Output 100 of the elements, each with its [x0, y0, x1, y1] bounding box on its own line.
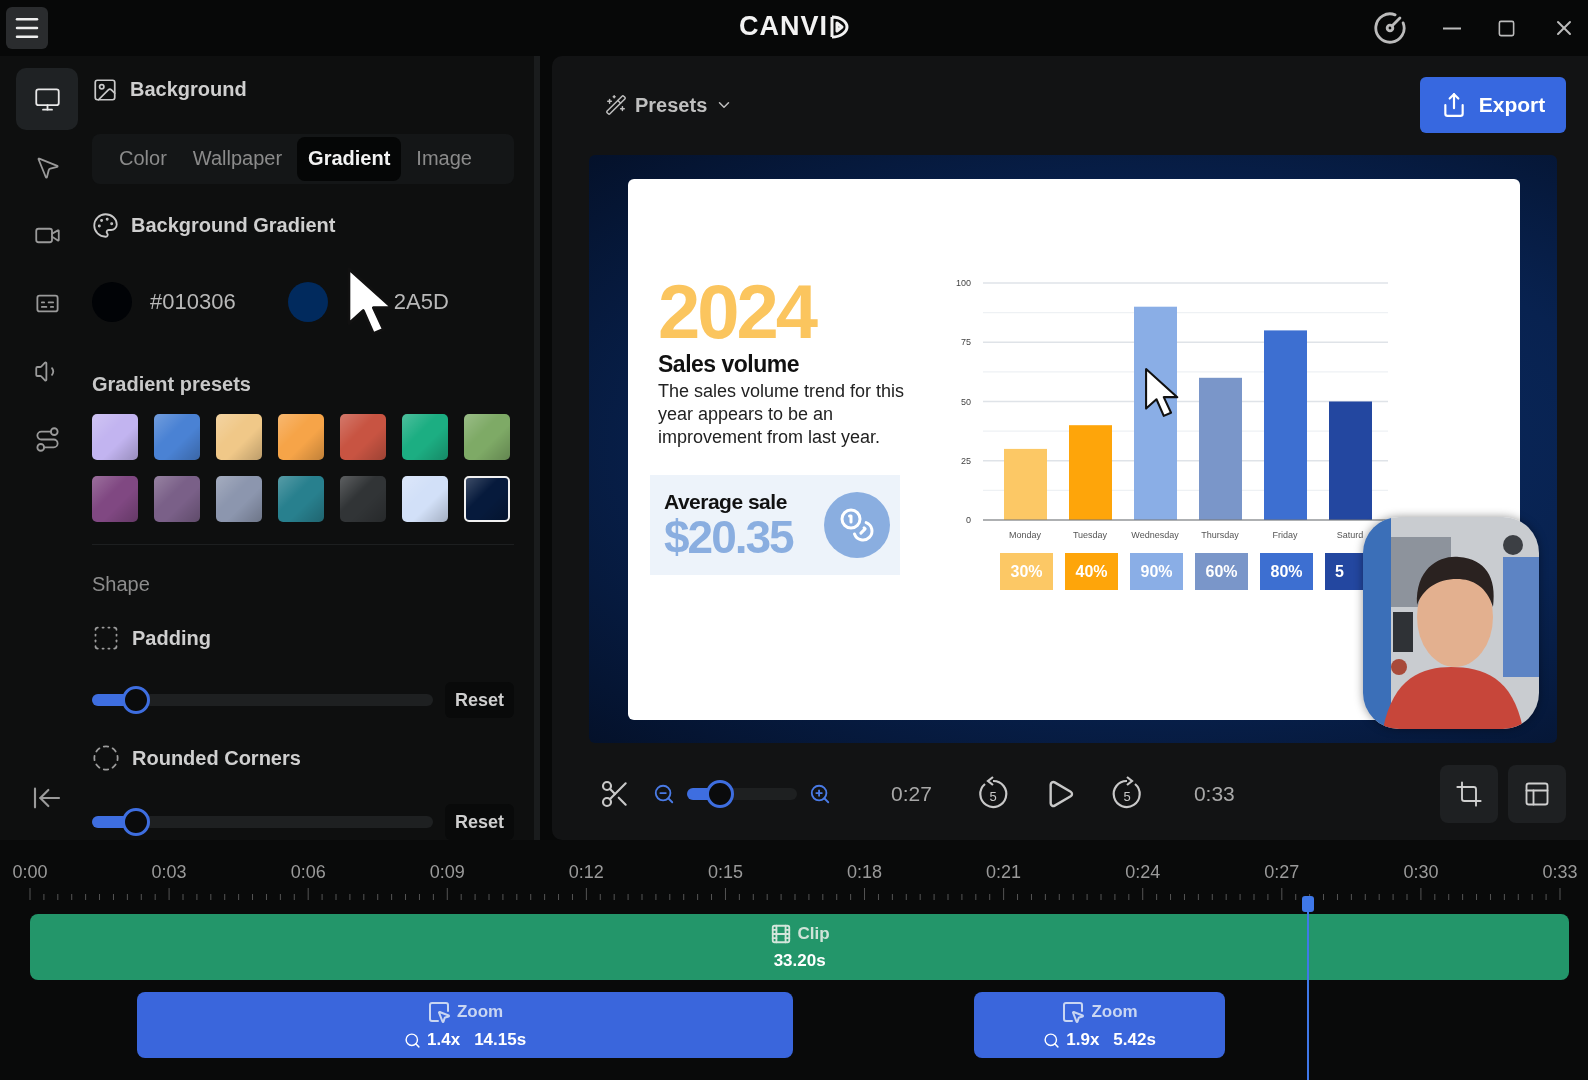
playhead[interactable]	[1301, 896, 1314, 1080]
slide-year: 2024	[658, 279, 818, 345]
axis-label: 100	[955, 278, 971, 288]
gradient-preset-swatch[interactable]	[154, 414, 200, 461]
percent-badge: 60%	[1195, 553, 1248, 590]
color-hex-value[interactable]: #010306	[150, 289, 236, 316]
axis-label: 75	[961, 337, 971, 348]
axis-label: 25	[961, 455, 971, 466]
play-d-icon	[829, 14, 849, 39]
gradient-preset-swatch[interactable]	[464, 476, 510, 523]
percent-badge: 30%	[1000, 553, 1053, 590]
axis-label: Friday	[1272, 530, 1298, 540]
percent-badge: 80%	[1260, 553, 1313, 590]
zoom-in-button[interactable]	[809, 783, 831, 805]
gradient-preset-swatch[interactable]	[402, 476, 448, 523]
skip-back-button[interactable]: 5	[975, 776, 1010, 812]
tab[interactable]: Image	[405, 136, 483, 181]
maximize-button[interactable]	[1497, 18, 1516, 38]
section-title: Gradient presets	[92, 373, 252, 397]
route-icon	[33, 425, 61, 453]
maximize-icon	[1497, 18, 1516, 38]
gradient-preset-swatch[interactable]	[216, 476, 262, 523]
zoom-in-icon	[809, 783, 831, 805]
time-tick-label: 0:33	[1542, 862, 1578, 883]
search-icon	[1043, 1031, 1061, 1049]
slide-heading: Sales volume	[658, 351, 801, 378]
zoom-segment[interactable]: Zoom 1.9x 5.42s	[973, 992, 1226, 1058]
clip-track-bar[interactable]: Clip 33.20s	[30, 914, 1570, 980]
zoom-scale: 1.4x	[427, 1030, 461, 1050]
zoom-segment[interactable]: Zoom 1.4x 14.15s	[137, 992, 794, 1058]
zoom-out-button[interactable]	[653, 783, 675, 805]
total-time: 0:33	[1193, 782, 1235, 806]
slider-thumb[interactable]	[122, 808, 151, 836]
color-swatch[interactable]	[288, 282, 328, 323]
gradient-preset-swatch[interactable]	[464, 414, 510, 461]
zoom-cursor-icon	[1061, 1000, 1086, 1024]
clip-duration: 33.20s	[773, 951, 826, 971]
axis-label: Wednesday	[1131, 530, 1179, 540]
time-tick-label: 0:21	[986, 862, 1022, 883]
percent-badge: 90%	[1130, 553, 1183, 590]
tab[interactable]: Wallpaper	[181, 136, 294, 181]
search-icon	[404, 1031, 422, 1049]
gradient-preset-swatch[interactable]	[92, 414, 138, 461]
export-button[interactable]: Export	[1420, 77, 1566, 133]
percent-badge: 40%	[1065, 553, 1118, 590]
gradient-preset-swatch[interactable]	[154, 476, 200, 523]
chart-bar	[1004, 448, 1047, 520]
image-icon	[92, 76, 118, 103]
slide-body-text: The sales volume trend for this year appears to be an improvement from last year.	[658, 380, 906, 449]
clip-label: Clip	[797, 924, 830, 944]
color-hex-value[interactable]: 2A5D	[393, 289, 449, 316]
reset-button[interactable]: Reset	[444, 804, 514, 840]
minimize-button[interactable]	[1443, 26, 1461, 30]
time-tick-label: 0:09	[429, 862, 465, 883]
slider[interactable]	[92, 808, 433, 836]
panel-title: Background	[130, 78, 247, 102]
layout-icon	[1523, 780, 1551, 808]
gradient-preset-swatch[interactable]	[216, 414, 262, 461]
magic-wand-icon	[605, 94, 627, 116]
tab[interactable]: Gradient	[297, 136, 402, 181]
zoom-duration: 5.42s	[1113, 1030, 1156, 1050]
time-tick-label: 0:15	[707, 862, 743, 883]
gradient-preset-swatch[interactable]	[278, 414, 324, 461]
zoom-label: Zoom	[1091, 1002, 1138, 1022]
axis-label: Monday	[1009, 530, 1041, 540]
presets-dropdown[interactable]: Presets	[589, 93, 740, 117]
time-tick-label: 0:00	[12, 862, 48, 883]
gradient-preset-swatch[interactable]	[278, 476, 324, 523]
film-icon	[769, 923, 792, 945]
time-tick-label: 0:03	[151, 862, 187, 883]
skip-forward-button[interactable]: 5	[1109, 776, 1144, 812]
gradient-preset-swatch[interactable]	[92, 476, 138, 523]
axis-label: 50	[961, 396, 971, 407]
crop-button[interactable]	[1440, 765, 1498, 823]
dashed-circle-icon	[92, 744, 120, 772]
sidebar-tool-button[interactable]	[16, 68, 78, 130]
time-tick-label: 0:18	[847, 862, 883, 883]
gradient-preset-swatch[interactable]	[340, 414, 386, 461]
zoom-label: Zoom	[456, 1002, 504, 1022]
gradient-preset-swatch[interactable]	[340, 476, 386, 523]
zoom-slider[interactable]	[687, 780, 797, 808]
gradient-preset-swatch[interactable]	[402, 414, 448, 461]
tab[interactable]: Color	[108, 136, 178, 181]
slider[interactable]	[92, 686, 433, 714]
layout-button[interactable]	[1508, 765, 1566, 823]
menu-button[interactable]	[6, 7, 48, 49]
control-label: Padding	[132, 626, 211, 650]
time-tick-label: 0:12	[568, 862, 604, 883]
palette-icon	[92, 212, 119, 240]
zoom-scale: 1.9x	[1066, 1030, 1100, 1050]
control-label: Rounded Corners	[132, 746, 301, 770]
app-logo: CANVI	[739, 11, 828, 42]
slider-thumb[interactable]	[706, 780, 734, 808]
zoom-duration: 14.15s	[474, 1030, 527, 1050]
axis-label: Tuesday	[1072, 530, 1108, 540]
performance-gauge-icon[interactable]	[1373, 11, 1407, 45]
dashed-square-icon	[92, 624, 120, 652]
average-sale-label: Average sale	[664, 490, 788, 514]
reset-button[interactable]: Reset	[444, 682, 514, 718]
slider-thumb[interactable]	[122, 686, 151, 714]
